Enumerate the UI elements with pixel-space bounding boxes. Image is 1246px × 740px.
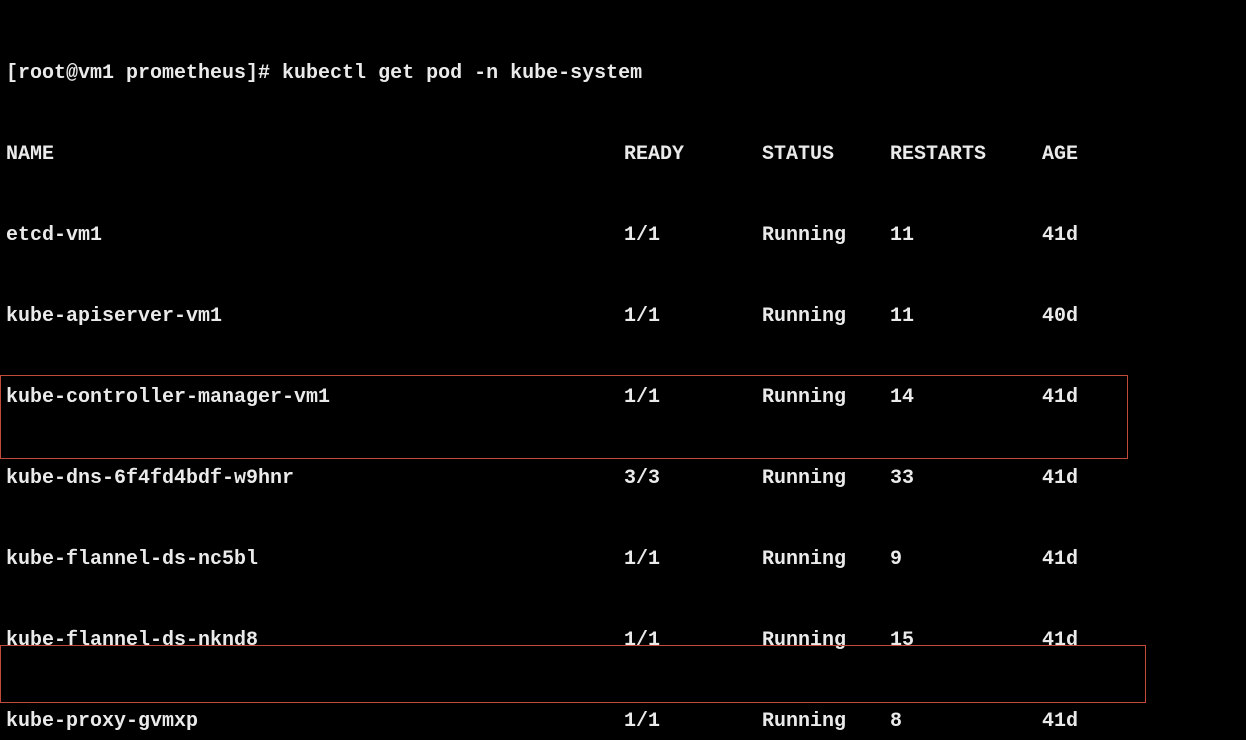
pod-name: kube-flannel-ds-nknd8	[6, 627, 624, 654]
table-row: kube-proxy-gvmxp1/1Running841d	[6, 708, 1244, 735]
table-row: kube-controller-manager-vm11/1Running144…	[6, 384, 1244, 411]
terminal-window[interactable]: [root@vm1 prometheus]# kubectl get pod -…	[0, 0, 1246, 740]
table-row: kube-apiserver-vm11/1Running1140d	[6, 303, 1244, 330]
pod-restarts: 11	[890, 303, 1042, 330]
pod-name: kube-dns-6f4fd4bdf-w9hnr	[6, 465, 624, 492]
pod-name: kube-flannel-ds-nc5bl	[6, 546, 624, 573]
pod-status: Running	[762, 465, 890, 492]
pod-age: 41d	[1042, 546, 1078, 573]
pod-name: kube-proxy-gvmxp	[6, 708, 624, 735]
table-row: etcd-vm11/1Running1141d	[6, 222, 1244, 249]
pod-name: kube-controller-manager-vm1	[6, 384, 624, 411]
pod-ready: 1/1	[624, 627, 762, 654]
pod-restarts: 9	[890, 546, 1042, 573]
shell-command: kubectl get pod -n kube-system	[282, 62, 642, 85]
table-row: kube-flannel-ds-nc5bl1/1Running941d	[6, 546, 1244, 573]
pod-restarts: 11	[890, 222, 1042, 249]
pod-ready: 1/1	[624, 546, 762, 573]
pod-restarts: 15	[890, 627, 1042, 654]
pod-status: Running	[762, 384, 890, 411]
table-row: kube-dns-6f4fd4bdf-w9hnr3/3Running3341d	[6, 465, 1244, 492]
pod-header-restarts: RESTARTS	[890, 141, 1042, 168]
shell-prompt: [root@vm1 prometheus]#	[6, 62, 282, 85]
pod-ready: 3/3	[624, 465, 762, 492]
pod-age: 41d	[1042, 465, 1078, 492]
table-row: kube-flannel-ds-nknd81/1Running1541d	[6, 627, 1244, 654]
pod-restarts: 14	[890, 384, 1042, 411]
pod-header-status: STATUS	[762, 141, 890, 168]
pod-header-row: NAMEREADYSTATUSRESTARTSAGE	[6, 141, 1244, 168]
command-line-1: [root@vm1 prometheus]# kubectl get pod -…	[6, 60, 1244, 87]
pod-age: 40d	[1042, 303, 1078, 330]
pod-ready: 1/1	[624, 708, 762, 735]
pod-ready: 1/1	[624, 222, 762, 249]
pod-age: 41d	[1042, 384, 1078, 411]
pod-status: Running	[762, 627, 890, 654]
pod-name: kube-apiserver-vm1	[6, 303, 624, 330]
pod-status: Running	[762, 708, 890, 735]
pod-restarts: 8	[890, 708, 1042, 735]
pod-restarts: 33	[890, 465, 1042, 492]
pod-ready: 1/1	[624, 303, 762, 330]
pod-status: Running	[762, 303, 890, 330]
pod-header-ready: READY	[624, 141, 762, 168]
pod-status: Running	[762, 546, 890, 573]
pod-header-age: AGE	[1042, 141, 1078, 168]
pod-header-name: NAME	[6, 141, 624, 168]
pod-ready: 1/1	[624, 384, 762, 411]
pod-name: etcd-vm1	[6, 222, 624, 249]
pod-status: Running	[762, 222, 890, 249]
pod-age: 41d	[1042, 708, 1078, 735]
pod-age: 41d	[1042, 222, 1078, 249]
pod-age: 41d	[1042, 627, 1078, 654]
